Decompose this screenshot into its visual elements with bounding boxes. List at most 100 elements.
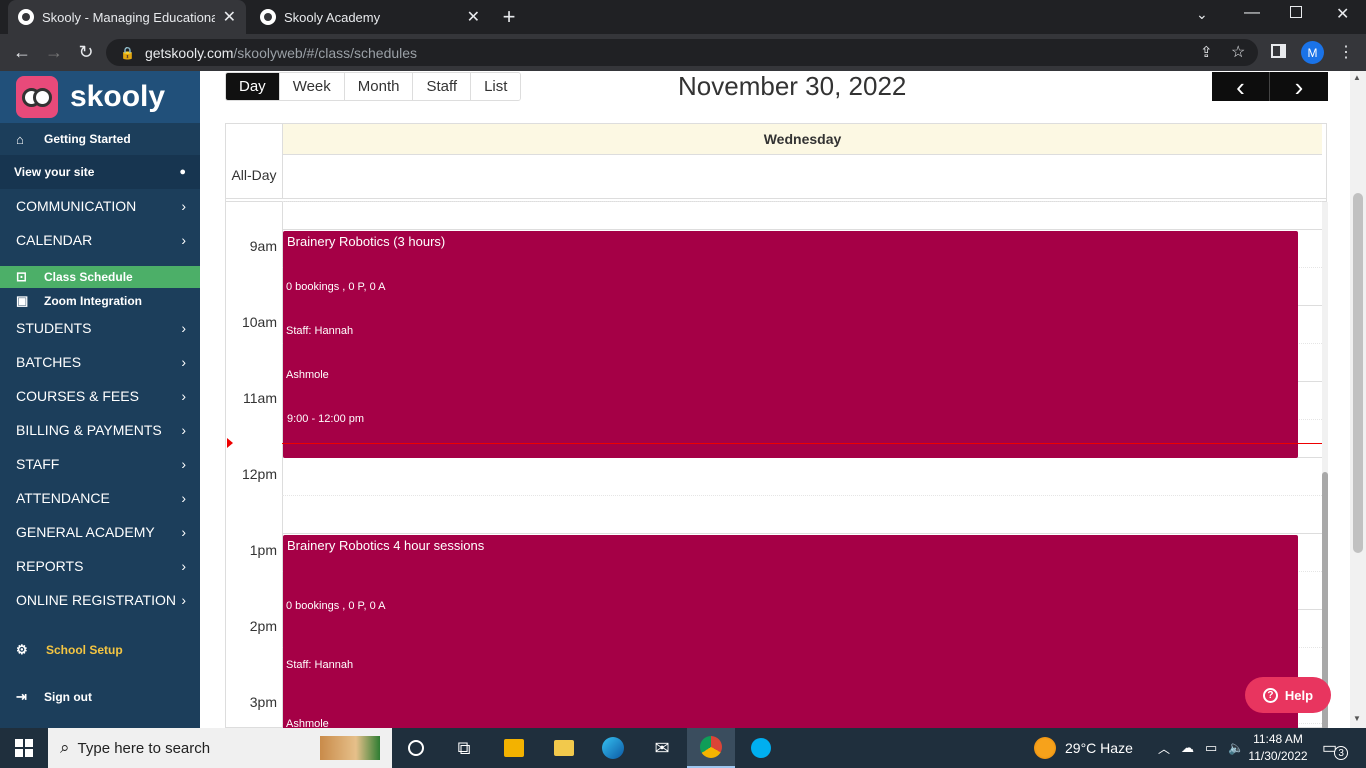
sidebar-item-online-registration[interactable]: ONLINE REGISTRATION ›: [0, 589, 200, 611]
sidebar-item-label: ONLINE REGISTRATION: [16, 592, 176, 608]
gear-icon: ⚙: [16, 642, 28, 657]
close-icon[interactable]: ✕: [223, 7, 236, 27]
current-time-line: [282, 443, 1322, 444]
skooly-favicon-icon: [260, 9, 276, 25]
window-close-icon[interactable]: ✕: [1336, 4, 1349, 24]
event-staff: Staff: Hannah: [286, 659, 354, 671]
view-staff-button[interactable]: Staff: [413, 73, 472, 100]
page-scroll-thumb[interactable]: [1353, 193, 1363, 553]
restore-icon[interactable]: [1290, 6, 1302, 18]
weather-text: 29°C Haze: [1065, 740, 1133, 756]
network-icon[interactable]: ☁: [1181, 728, 1194, 768]
sidebar-item-students[interactable]: STUDENTS ›: [0, 317, 200, 339]
share-icon[interactable]: ⇪: [1200, 43, 1213, 61]
sidebar-item-school-setup[interactable]: ⚙ School Setup: [0, 639, 200, 661]
url-path: /skoolyweb/#/class/schedules: [233, 44, 418, 61]
all-day-row: All-Day: [226, 155, 1326, 199]
mail-icon[interactable]: ✉: [638, 728, 686, 768]
profile-avatar[interactable]: M: [1301, 41, 1324, 64]
sidebar-item-label: School Setup: [46, 643, 123, 657]
taskbar-clock[interactable]: 11:48 AM 11/30/2022: [1246, 731, 1310, 765]
chevron-right-icon: ›: [181, 558, 186, 574]
skype-icon[interactable]: [737, 728, 785, 768]
side-panel-icon[interactable]: [1271, 44, 1286, 58]
weather-widget[interactable]: 29°C Haze: [1034, 728, 1133, 768]
taskbar-search-input[interactable]: ⌕ Type here to search: [48, 728, 392, 768]
chevron-right-icon: ›: [181, 354, 186, 370]
sidebar-item-label: Sign out: [44, 690, 92, 704]
chevron-right-icon: ›: [181, 232, 186, 248]
forward-arrow-icon[interactable]: →: [40, 34, 68, 71]
help-button[interactable]: ? Help: [1245, 677, 1331, 713]
scroll-up-icon[interactable]: ▲: [1353, 73, 1361, 82]
sidebar-item-staff[interactable]: STAFF ›: [0, 453, 200, 475]
view-week-button[interactable]: Week: [279, 73, 345, 100]
sidebar-item-label: BATCHES: [16, 354, 82, 370]
sidebar-item-general-academy[interactable]: GENERAL ACADEMY ›: [0, 521, 200, 543]
minimize-icon[interactable]: —: [1244, 4, 1260, 22]
view-month-button[interactable]: Month: [344, 73, 414, 100]
edge-icon[interactable]: [589, 728, 637, 768]
chrome-icon[interactable]: [687, 728, 735, 768]
event-staff: Staff: Hannah: [286, 325, 354, 337]
sidebar-item-attendance[interactable]: ATTENDANCE ›: [0, 487, 200, 509]
time-label: 1pm: [249, 542, 277, 558]
all-day-label: All-Day: [231, 167, 277, 183]
event-brainery-robotics-3h[interactable]: Brainery Robotics (3 hours) 0 bookings ,…: [283, 231, 1298, 458]
view-day-button[interactable]: Day: [226, 73, 280, 100]
sidebar-item-getting-started[interactable]: ⌂ Getting Started: [0, 129, 200, 149]
time-grid[interactable]: 9am 10am 11am 12pm 1pm 2pm 3pm Brainery …: [226, 201, 1328, 735]
browser-tab-skooly[interactable]: Skooly - Managing Educational Ins ✕: [8, 0, 246, 34]
bookmark-star-icon[interactable]: ☆: [1231, 42, 1245, 62]
sidebar-item-calendar[interactable]: CALENDAR ›: [0, 229, 200, 251]
notification-count: 3: [1334, 746, 1349, 760]
sidebar-item-sign-out[interactable]: ⇥ Sign out: [0, 686, 200, 708]
calendar-scrollbar[interactable]: [1322, 202, 1328, 730]
all-day-cell[interactable]: [282, 155, 1322, 198]
sign-out-icon: ⇥: [16, 689, 27, 704]
sidebar-item-reports[interactable]: REPORTS ›: [0, 555, 200, 577]
task-view-icon[interactable]: ⧉: [440, 728, 488, 768]
sidebar-item-zoom-integration[interactable]: ▣ Zoom Integration: [0, 290, 200, 312]
sidebar-item-courses-fees[interactable]: COURSES & FEES ›: [0, 385, 200, 407]
page-scrollbar[interactable]: ▲ ▼: [1350, 71, 1366, 728]
sidebar-item-view-site[interactable]: View your site ●: [0, 155, 200, 189]
new-tab-button[interactable]: +: [498, 3, 520, 31]
cortana-icon[interactable]: [392, 728, 440, 768]
time-label: 12pm: [241, 466, 277, 482]
prev-day-button[interactable]: ‹: [1212, 72, 1270, 101]
event-brainery-robotics-4h[interactable]: Brainery Robotics 4 hour sessions 0 book…: [283, 535, 1298, 735]
time-label: 3pm: [249, 694, 277, 710]
show-hidden-icons-icon[interactable]: ︿: [1158, 728, 1170, 768]
browser-tab-skooly-academy[interactable]: Skooly Academy ✕: [250, 0, 490, 34]
sidebar-item-communication[interactable]: COMMUNICATION ›: [0, 195, 200, 217]
view-list-button[interactable]: List: [471, 73, 521, 100]
sidebar-item-class-schedule[interactable]: ⊡ Class Schedule: [0, 266, 200, 288]
scroll-down-icon[interactable]: ▼: [1353, 714, 1361, 723]
event-bookings: 0 bookings , 0 P, 0 A: [286, 281, 386, 293]
tab-search-chevron-icon[interactable]: ⌄: [1196, 6, 1208, 23]
event-title: Brainery Robotics 4 hour sessions: [287, 538, 485, 553]
volume-icon[interactable]: 🔈: [1228, 728, 1244, 768]
search-icon: ⌕: [60, 738, 70, 757]
browser-menu-icon[interactable]: ⋮: [1338, 42, 1354, 62]
logo[interactable]: skooly: [0, 71, 200, 123]
url-input[interactable]: 🔒 getskooly.com/skoolyweb/#/class/schedu…: [106, 39, 1258, 66]
lock-icon: 🔒: [120, 45, 135, 60]
event-bookings: 0 bookings , 0 P, 0 A: [286, 600, 386, 612]
store-icon[interactable]: [490, 728, 538, 768]
notifications-icon[interactable]: ▭ 3: [1322, 728, 1349, 768]
chevron-right-icon: ›: [181, 320, 186, 336]
start-button[interactable]: [0, 728, 48, 768]
battery-icon[interactable]: ▭: [1205, 728, 1217, 768]
sidebar-item-batches[interactable]: BATCHES ›: [0, 351, 200, 373]
close-icon[interactable]: ✕: [467, 7, 480, 27]
file-explorer-icon[interactable]: [540, 728, 588, 768]
reload-icon[interactable]: ↻: [72, 34, 100, 71]
sidebar-item-billing-payments[interactable]: BILLING & PAYMENTS ›: [0, 419, 200, 441]
back-arrow-icon[interactable]: ←: [8, 34, 36, 71]
next-day-button[interactable]: ›: [1270, 72, 1328, 101]
sidebar-item-label: COMMUNICATION: [16, 198, 137, 214]
tab-title: Skooly Academy: [284, 9, 381, 25]
clock-date: 11/30/2022: [1248, 749, 1308, 763]
